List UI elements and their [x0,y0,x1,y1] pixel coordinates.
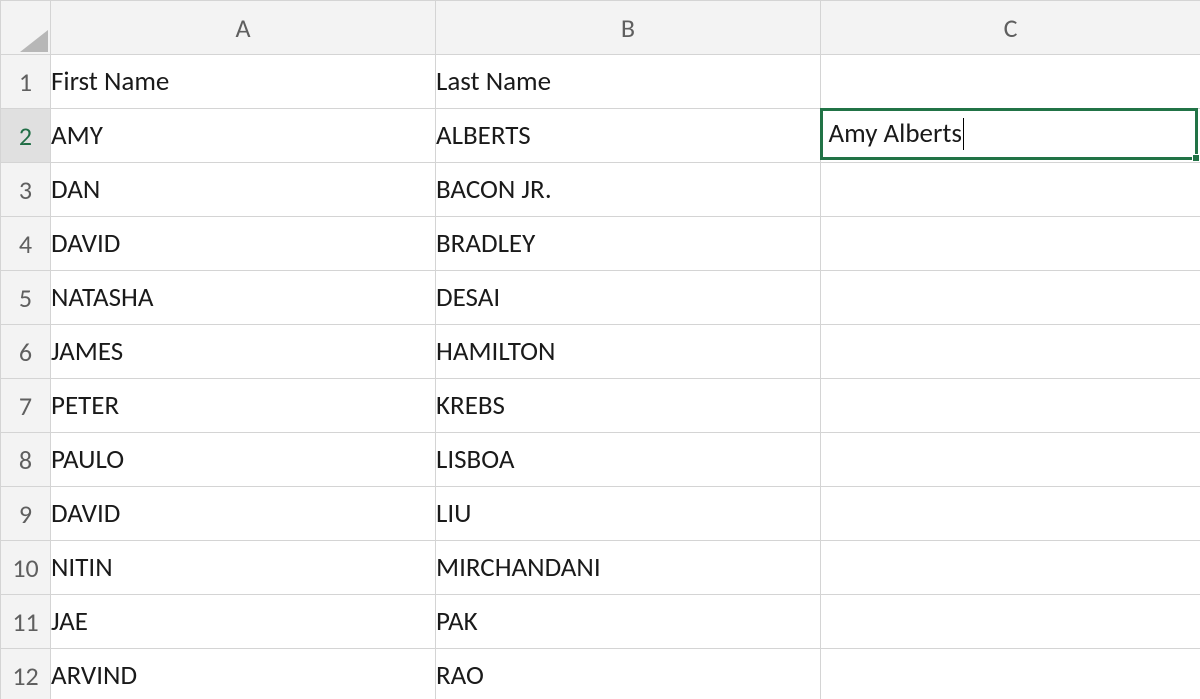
row-header-7[interactable]: 7 [1,379,51,433]
cell-C5[interactable] [821,271,1200,325]
row-header-8[interactable]: 8 [1,433,51,487]
cell-A2[interactable]: AMY [51,109,436,163]
cell-B1[interactable]: Last Name [436,55,821,109]
cell-B12[interactable]: RAO [436,649,821,699]
cell-A9[interactable]: DAVID [51,487,436,541]
cell-B5[interactable]: DESAI [436,271,821,325]
table-row: 9 DAVID LIU [1,487,1200,541]
cell-A6[interactable]: JAMES [51,325,436,379]
cell-B10[interactable]: MIRCHANDANI [436,541,821,595]
cell-A8[interactable]: PAULO [51,433,436,487]
cell-C2[interactable] [821,109,1200,163]
cell-C9[interactable] [821,487,1200,541]
cell-C8[interactable] [821,433,1200,487]
cell-C6[interactable] [821,325,1200,379]
table-row: 2 AMY ALBERTS [1,109,1200,163]
row-header-4[interactable]: 4 [1,217,51,271]
cell-B9[interactable]: LIU [436,487,821,541]
column-header-row: A B C [1,1,1200,55]
row-header-1[interactable]: 1 [1,55,51,109]
row-header-5[interactable]: 5 [1,271,51,325]
select-all-triangle-icon [20,30,48,52]
table-row: 1 First Name Last Name [1,55,1200,109]
cell-B7[interactable]: KREBS [436,379,821,433]
table-row: 11 JAE PAK [1,595,1200,649]
select-all-corner[interactable] [1,1,51,55]
column-header-B[interactable]: B [436,1,821,55]
table-row: 8 PAULO LISBOA [1,433,1200,487]
table-row: 10 NITIN MIRCHANDANI [1,541,1200,595]
row-header-9[interactable]: 9 [1,487,51,541]
row-header-10[interactable]: 10 [1,541,51,595]
cell-A12[interactable]: ARVIND [51,649,436,699]
cell-A3[interactable]: DAN [51,163,436,217]
cell-C10[interactable] [821,541,1200,595]
cell-A7[interactable]: PETER [51,379,436,433]
cell-A1[interactable]: First Name [51,55,436,109]
cell-C7[interactable] [821,379,1200,433]
cell-B3[interactable]: BACON JR. [436,163,821,217]
row-header-12[interactable]: 12 [1,649,51,699]
cell-B4[interactable]: BRADLEY [436,217,821,271]
column-header-C[interactable]: C [821,1,1200,55]
row-header-3[interactable]: 3 [1,163,51,217]
table-row: 3 DAN BACON JR. [1,163,1200,217]
cell-A5[interactable]: NATASHA [51,271,436,325]
cell-A4[interactable]: DAVID [51,217,436,271]
cell-B11[interactable]: PAK [436,595,821,649]
table-row: 12 ARVIND RAO [1,649,1200,699]
cell-B2[interactable]: ALBERTS [436,109,821,163]
cell-C11[interactable] [821,595,1200,649]
cell-C4[interactable] [821,217,1200,271]
cell-A10[interactable]: NITIN [51,541,436,595]
table-row: 6 JAMES HAMILTON [1,325,1200,379]
table-row: 7 PETER KREBS [1,379,1200,433]
row-header-6[interactable]: 6 [1,325,51,379]
row-header-2[interactable]: 2 [1,109,51,163]
cell-C1[interactable] [821,55,1200,109]
spreadsheet-viewport: A B C 1 First Name Last Name 2 AMY ALBER… [0,0,1200,699]
table-row: 5 NATASHA DESAI [1,271,1200,325]
table-row: 4 DAVID BRADLEY [1,217,1200,271]
row-header-11[interactable]: 11 [1,595,51,649]
cell-B6[interactable]: HAMILTON [436,325,821,379]
cell-C12[interactable] [821,649,1200,699]
cell-B8[interactable]: LISBOA [436,433,821,487]
spreadsheet-grid[interactable]: A B C 1 First Name Last Name 2 AMY ALBER… [0,0,1200,699]
column-header-A[interactable]: A [51,1,436,55]
cell-A11[interactable]: JAE [51,595,436,649]
cell-C3[interactable] [821,163,1200,217]
